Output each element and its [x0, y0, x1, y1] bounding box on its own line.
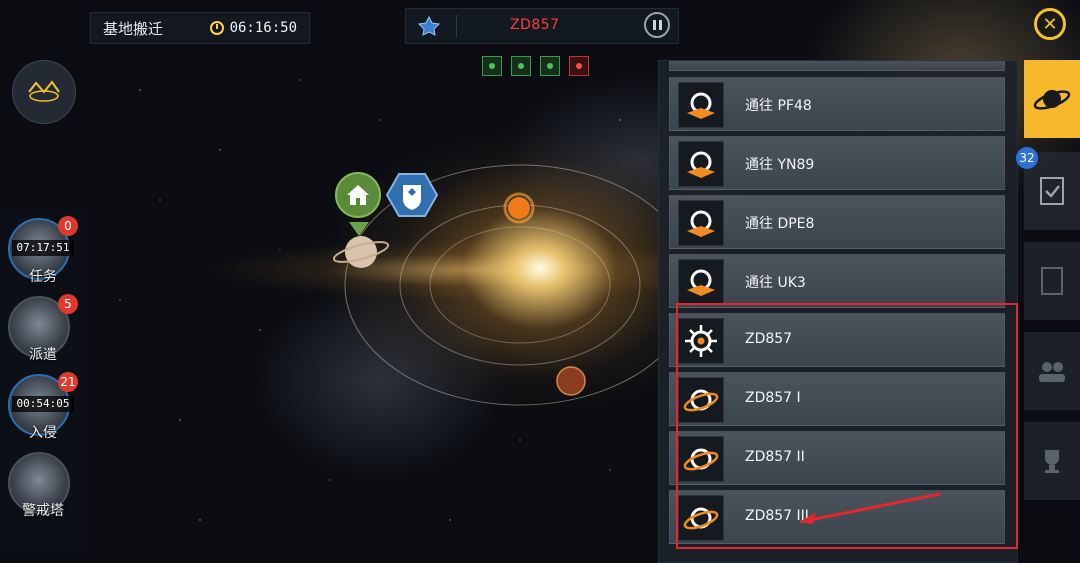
- planet-tab-icon: [1033, 90, 1071, 110]
- tab-crew[interactable]: [1024, 332, 1080, 410]
- tab-trophy[interactable]: [1024, 422, 1080, 500]
- tasks-tab-icon: [1040, 177, 1064, 205]
- tab-planets[interactable]: [1024, 60, 1080, 138]
- tab-reports[interactable]: [1024, 242, 1080, 320]
- report-tab-icon: [1041, 267, 1063, 295]
- annotation-arrow: [799, 492, 941, 524]
- trophy-tab-icon: [1045, 450, 1059, 473]
- tasks-count-badge: 32: [1016, 147, 1038, 169]
- crew-tab-icon: [1039, 362, 1065, 382]
